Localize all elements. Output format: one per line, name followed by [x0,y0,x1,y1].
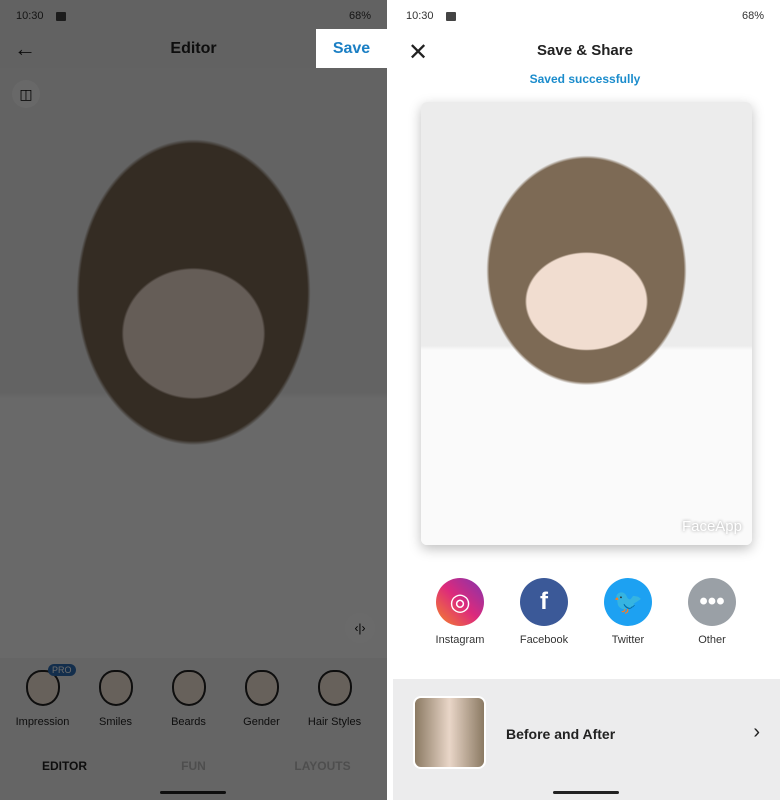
page-title: Save & Share [537,42,633,59]
save-share-screen: 10:30 68% ✕ Save & Share Saved successful… [390,0,780,800]
share-label: Facebook [519,634,569,646]
status-battery: 68% [348,10,371,22]
smile-face-icon [98,670,133,706]
status-battery: 68% [741,10,764,22]
status-bar: 10:30 68% [390,0,780,32]
gender-face-icon [244,670,279,706]
facebook-icon: f [520,578,568,626]
share-label: Twitter [611,634,645,646]
share-instagram[interactable]: ◎ Instagram [420,578,500,646]
tool-label: Ha [371,716,387,728]
photo [421,102,752,545]
status-time: 10:30 [16,10,44,22]
tool-label: Gender [243,716,280,728]
tool-strip: PRO Impression Smiles Beards Gender Hair … [0,658,387,743]
status-bar: 10:30 68% [0,0,387,32]
home-indicator [160,791,226,794]
compare-icon[interactable]: ◫ [12,80,40,108]
tool-label: Hair Styles [307,716,362,728]
tool-beards[interactable]: Beards [152,658,225,743]
share-label: Other [698,634,726,646]
split-view-icon[interactable]: ‹|› [345,613,375,643]
tool-label: Beards [171,716,206,728]
status-time: 10:30 [406,10,434,22]
share-twitter[interactable]: 🐦 Twitter [588,578,668,646]
chevron-right-icon: › [753,721,760,743]
twitter-icon: 🐦 [604,578,652,626]
tool-label: Smiles [98,716,132,728]
tab-editor[interactable]: EDITOR [0,743,129,800]
tool-impression[interactable]: PRO Impression [6,658,79,743]
tool-smiles[interactable]: Smiles [79,658,152,743]
gallery-icon [55,11,66,21]
before-after-row[interactable]: Before and After › [393,679,780,800]
instagram-icon: ◎ [436,578,484,626]
pro-badge: PRO [48,664,76,676]
gallery-icon [445,11,456,21]
tool-label: Impression [15,716,70,728]
tool-hair-styles[interactable]: Hair Styles [298,658,371,743]
more-icon: ••• [688,578,736,626]
home-indicator [553,791,619,794]
tool-partial[interactable]: Ha [371,658,387,743]
before-after-label: Before and After [506,726,616,742]
editor-screen: 10:30 68% ← Editor ◫ ‹|› PRO Impression Sm… [0,0,387,800]
editor-photo [0,68,387,658]
tool-gender[interactable]: Gender [225,658,298,743]
beard-face-icon [171,670,206,706]
share-facebook[interactable]: f Facebook [504,578,584,646]
save-button[interactable]: Save [316,29,387,68]
saved-status: Saved successfully [529,72,641,86]
result-photo: FaceApp [421,102,752,545]
hair-face-icon [317,670,352,706]
faceapp-watermark: FaceApp [681,518,742,535]
before-after-thumbnail [413,696,486,769]
share-other[interactable]: ••• Other [672,578,752,646]
share-label: Instagram [435,634,485,646]
tab-layouts[interactable]: LAYOUTS [258,743,387,800]
